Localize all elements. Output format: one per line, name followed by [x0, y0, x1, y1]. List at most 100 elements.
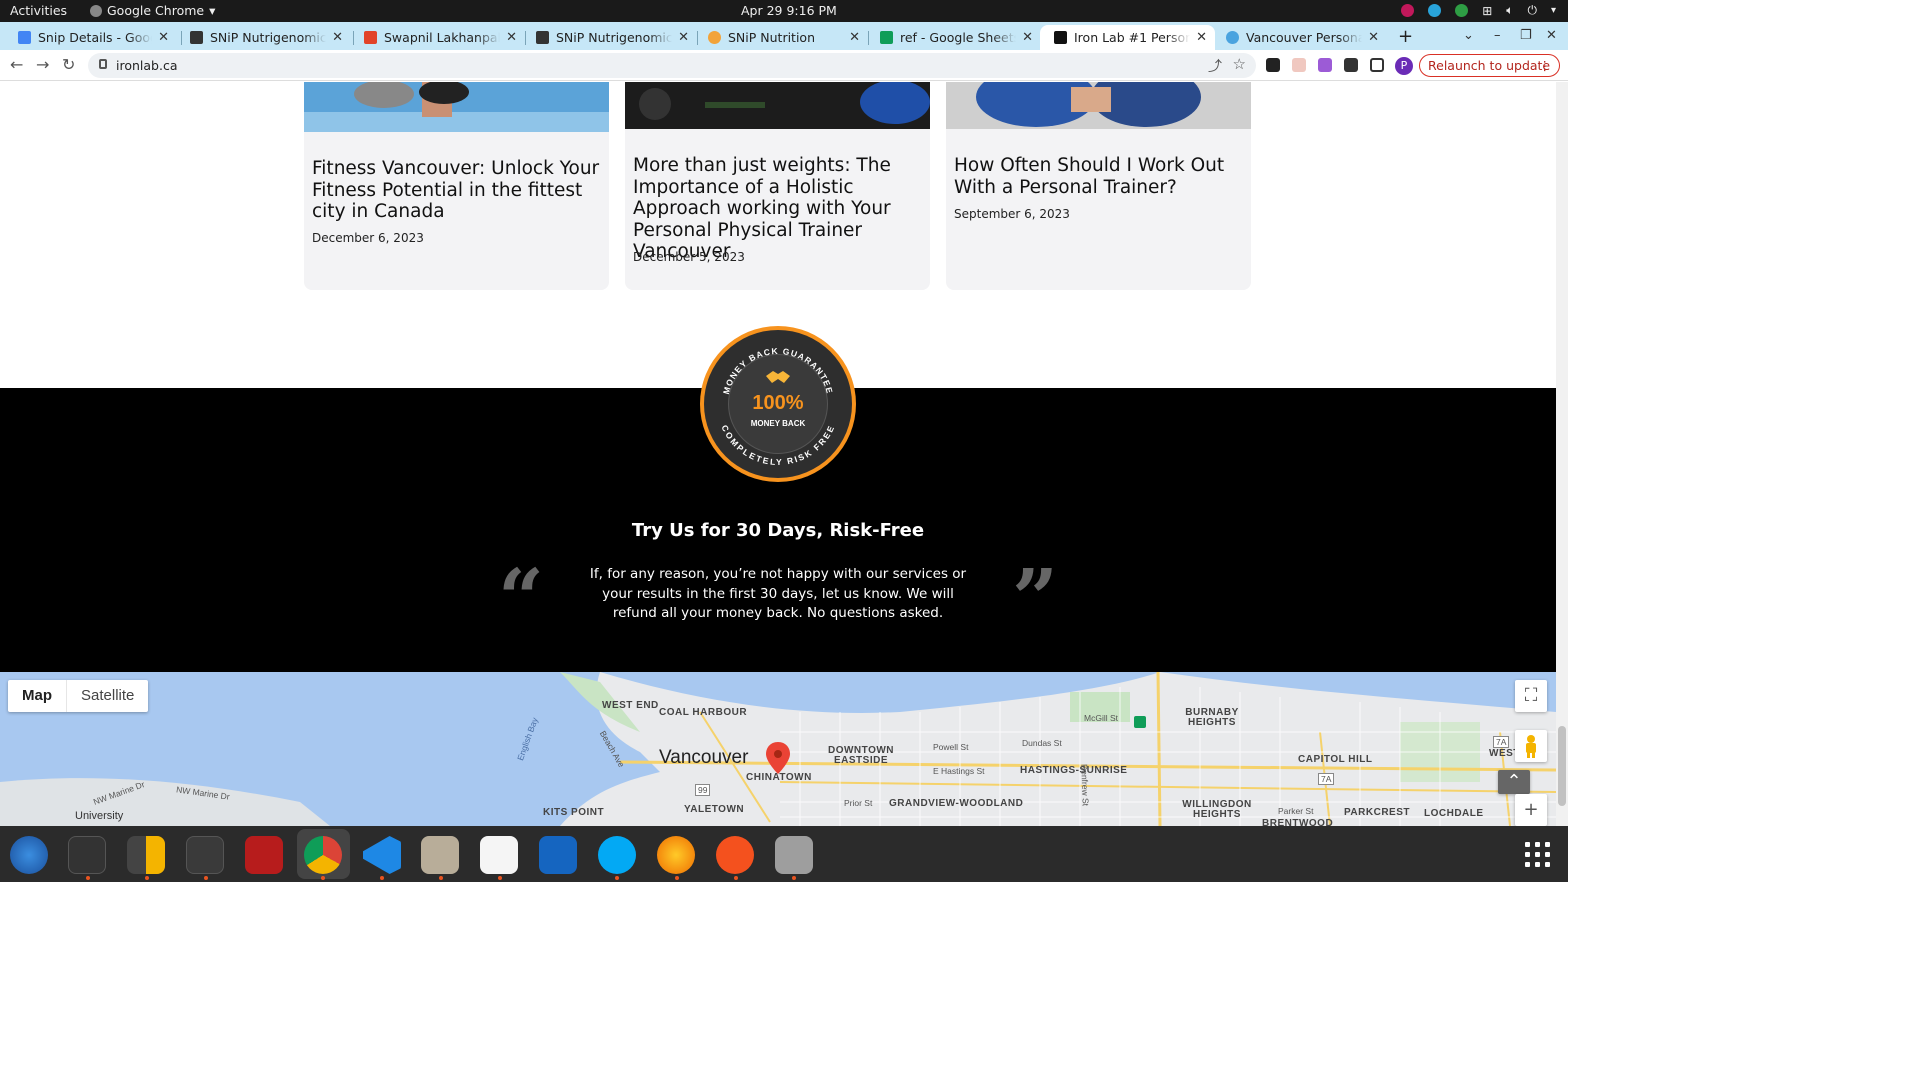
google-docs-icon	[18, 31, 31, 44]
app-indicator-icon[interactable]	[1401, 4, 1415, 17]
restore-icon[interactable]: ❐	[1520, 28, 1532, 43]
map-view-button[interactable]: Map	[8, 680, 67, 712]
vscode-icon[interactable]	[363, 836, 401, 874]
filezilla-icon[interactable]	[245, 836, 283, 874]
blog-card-title[interactable]: More than just weights: The Importance o…	[633, 155, 931, 263]
tab-gitlab[interactable]: Swapnil Lakhanpal / S ✕	[350, 25, 525, 50]
back-arrow-icon[interactable]: ←	[10, 55, 23, 74]
new-tab-plus-icon[interactable]: +	[1398, 26, 1413, 47]
skype-icon[interactable]	[598, 836, 636, 874]
ironlab-icon	[1054, 31, 1067, 44]
google-map[interactable]: WEST END COAL HARBOUR Vancouver CHINATOW…	[0, 672, 1556, 826]
blog-card[interactable]: More than just weights: The Importance o…	[625, 82, 930, 290]
system-monitor-icon[interactable]	[186, 836, 224, 874]
tab-vancouver-personal[interactable]: Vancouver Personal T ✕	[1212, 25, 1387, 50]
forward-arrow-icon[interactable]: →	[36, 55, 49, 74]
url-text[interactable]: ironlab.ca	[116, 58, 177, 73]
libreoffice-writer-icon[interactable]	[539, 836, 577, 874]
sync-indicator-icon[interactable]	[1428, 4, 1442, 17]
firefox-dev-icon[interactable]	[657, 836, 695, 874]
close-icon[interactable]: ✕	[678, 30, 689, 45]
blog-card-title[interactable]: Fitness Vancouver: Unlock Your Fitness P…	[312, 158, 607, 223]
map-label: GRANDVIEW-WOODLAND	[889, 798, 1024, 809]
terminal-icon[interactable]	[68, 836, 106, 874]
pencil-app-icon[interactable]	[716, 836, 754, 874]
vancouver-icon	[1226, 31, 1239, 44]
share-icon[interactable]: ⤴	[1208, 56, 1222, 76]
system-tray[interactable]: ⊞ 🔈︎ ⏻ ▾	[1401, 3, 1556, 18]
app-menu[interactable]: Google Chrome ▾	[90, 3, 215, 18]
tab-title: Iron Lab #1 Personal	[1074, 30, 1191, 45]
map-label: McGill St	[1084, 713, 1118, 723]
guarantee-body: If, for any reason, you’re not happy wit…	[589, 566, 967, 621]
blog-card-image[interactable]	[946, 82, 1251, 129]
side-panel-icon[interactable]	[1370, 58, 1384, 72]
calculator-icon[interactable]	[127, 836, 165, 874]
activities-button[interactable]: Activities	[10, 3, 67, 18]
calendar-extension-icon[interactable]	[1292, 58, 1306, 72]
blog-card[interactable]: Fitness Vancouver: Unlock Your Fitness P…	[304, 82, 609, 290]
tab-snip-details[interactable]: Snip Details - Google ✕	[4, 25, 177, 50]
blog-card-title[interactable]: How Often Should I Work Out With a Perso…	[954, 155, 1249, 198]
close-window-icon[interactable]: ✕	[1546, 28, 1557, 43]
tab-snip-nutrigenomics-2[interactable]: SNiP Nutrigenomics A ✕	[522, 25, 697, 50]
fullscreen-icon[interactable]: ⛶	[1515, 680, 1547, 712]
eyedropper-extension-icon[interactable]	[1266, 58, 1280, 72]
tab-snip-nutrigenomics-1[interactable]: SNiP Nutrigenomics A ✕	[176, 25, 351, 50]
map-canvas[interactable]	[0, 672, 1556, 826]
tab-ironlab[interactable]: Iron Lab #1 Personal ✕	[1040, 25, 1215, 50]
profile-avatar[interactable]: P	[1395, 57, 1413, 75]
close-icon[interactable]: ✕	[849, 30, 860, 45]
close-icon[interactable]: ✕	[158, 30, 169, 45]
satellite-view-button[interactable]: Satellite	[67, 680, 148, 712]
reload-icon[interactable]: ↻	[62, 55, 75, 74]
close-icon[interactable]: ✕	[1368, 30, 1379, 45]
chrome-icon[interactable]	[304, 836, 342, 874]
volume-icon[interactable]: 🔈︎	[1506, 3, 1513, 18]
ubuntu-dock	[0, 826, 1568, 882]
scrollbar-thumb[interactable]	[1558, 726, 1566, 806]
extensions-puzzle-icon[interactable]	[1344, 58, 1358, 72]
map-label: WEST END	[602, 700, 659, 711]
relaunch-button[interactable]: Relaunch to update ⋮	[1419, 54, 1560, 77]
thunderbird-icon[interactable]	[10, 836, 48, 874]
guarantee-heading: Try Us for 30 Days, Risk-Free	[631, 520, 925, 541]
map-label: HASTINGS-SUNRISE	[1020, 765, 1128, 776]
text-editor-icon[interactable]	[480, 836, 518, 874]
check-indicator-icon[interactable]	[1455, 4, 1469, 17]
disk-icon[interactable]	[775, 836, 813, 874]
scroll-up-icon[interactable]: ⌃	[1498, 770, 1530, 794]
relaunch-label: Relaunch to update	[1428, 58, 1551, 73]
bookmark-star-icon[interactable]: ☆	[1233, 55, 1246, 73]
power-icon[interactable]: ⏻	[1527, 3, 1537, 18]
blog-card-date: September 6, 2023	[954, 207, 1070, 221]
map-label: KITS POINT	[543, 807, 605, 818]
zoom-in-icon[interactable]: +	[1515, 794, 1547, 826]
page-scrollbar[interactable]	[1556, 82, 1568, 826]
tab-google-sheets[interactable]: ref - Google Sheets ✕	[866, 25, 1041, 50]
blog-card-image[interactable]	[625, 82, 930, 129]
lock-icon[interactable]	[99, 59, 107, 69]
tab-snip-nutrition[interactable]: SNiP Nutrition ✕	[694, 25, 868, 50]
tab-title: Swapnil Lakhanpal / S	[384, 30, 501, 45]
pen-extension-icon[interactable]	[1318, 58, 1332, 72]
close-icon[interactable]: ✕	[506, 30, 517, 45]
blog-card[interactable]: How Often Should I Work Out With a Perso…	[946, 82, 1251, 290]
open-quote-icon: “	[498, 551, 545, 645]
network-icon[interactable]: ⊞	[1482, 4, 1492, 18]
blog-card-image[interactable]	[304, 82, 609, 132]
close-icon[interactable]: ✕	[1196, 30, 1207, 45]
caret-down-icon[interactable]: ▾	[1551, 5, 1556, 16]
badge-label: MONEY BACK	[750, 419, 806, 428]
address-bar[interactable]: ironlab.ca ⤴ ☆	[88, 53, 1256, 78]
tab-title: ref - Google Sheets	[900, 30, 1017, 45]
show-applications-icon[interactable]	[1525, 842, 1551, 868]
street-view-pegman-icon[interactable]	[1515, 730, 1547, 762]
close-icon[interactable]: ✕	[332, 30, 343, 45]
tab-search-chevron-icon[interactable]: ⌄	[1463, 28, 1474, 43]
files-icon[interactable]	[421, 836, 459, 874]
minimize-icon[interactable]: –	[1494, 28, 1501, 43]
clock[interactable]: Apr 29 9:16 PM	[741, 3, 837, 18]
close-icon[interactable]: ✕	[1022, 30, 1033, 45]
browser-tab-strip: Snip Details - Google ✕ SNiP Nutrigenomi…	[0, 22, 1568, 50]
